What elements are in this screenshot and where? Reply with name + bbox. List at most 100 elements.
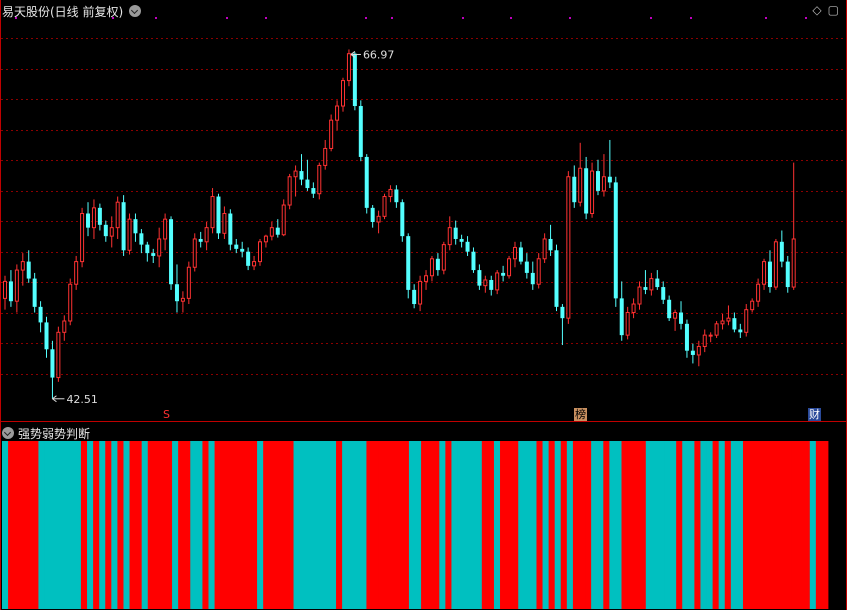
candle-body (346, 53, 351, 82)
candle-body (406, 236, 411, 290)
candle-body (542, 238, 547, 260)
strength-stripe (724, 441, 732, 609)
candle-body (554, 250, 559, 307)
strength-stripe (773, 441, 780, 609)
s-marker[interactable]: S (162, 408, 171, 421)
strength-stripe (269, 441, 276, 609)
candle-body (720, 320, 725, 325)
candle-body (299, 171, 304, 180)
candle-body (418, 280, 423, 305)
strength-stripe (251, 441, 258, 609)
candle[interactable] (121, 195, 126, 256)
chevron-down-icon[interactable] (2, 427, 14, 439)
strength-stripe (821, 441, 829, 609)
strength-stripe (336, 441, 343, 609)
event-dot (265, 17, 267, 19)
strength-stripe (633, 441, 641, 609)
candle-body (785, 261, 790, 288)
strength-stripe (153, 441, 161, 609)
candle-body (400, 202, 405, 237)
candle[interactable] (56, 326, 61, 382)
strength-stripe (147, 441, 155, 609)
chevron-down-icon[interactable] (129, 5, 142, 17)
candle[interactable] (80, 207, 85, 268)
strength-stripe (518, 441, 525, 609)
strength-stripe (111, 441, 118, 609)
candle[interactable] (364, 154, 369, 214)
candle-body (388, 188, 393, 198)
strength-stripe (542, 441, 550, 609)
strength-stripe (785, 441, 792, 609)
candle-body (228, 213, 233, 245)
candle[interactable] (216, 193, 221, 239)
candle[interactable] (613, 176, 618, 307)
strength-stripe (791, 441, 799, 609)
candle[interactable] (317, 162, 322, 200)
candle-body (364, 156, 369, 208)
candle[interactable] (192, 233, 197, 272)
strength-stripe (742, 441, 750, 609)
candle[interactable] (590, 162, 595, 218)
candle-body (524, 261, 529, 273)
candle-body (453, 227, 458, 239)
diamond-icon[interactable]: ◇ (812, 3, 821, 17)
candle[interactable] (507, 255, 512, 279)
candle[interactable] (382, 193, 387, 220)
main-title[interactable]: 易天股份(日线 前复权) (2, 3, 142, 20)
candle-body (335, 105, 340, 121)
strength-stripe (129, 441, 137, 609)
candle[interactable] (127, 213, 132, 255)
candle-body (767, 261, 772, 288)
strength-stripe (481, 441, 489, 609)
strength-stripe (190, 441, 197, 609)
strength-stripe (287, 441, 294, 609)
cai-marker[interactable]: 财 (808, 408, 821, 421)
candle[interactable] (352, 52, 357, 111)
candle[interactable] (773, 238, 778, 290)
strength-stripe (421, 441, 428, 609)
candle[interactable] (714, 321, 719, 338)
strength-stripe (645, 441, 653, 609)
candle[interactable] (32, 272, 37, 313)
strength-stripe (585, 441, 592, 609)
candle-body (145, 244, 150, 254)
strength-stripe (366, 441, 373, 609)
candle-body (109, 227, 114, 237)
strength-stripe (123, 441, 130, 609)
candle[interactable] (441, 241, 446, 275)
strength-stripe (779, 441, 786, 609)
strength-stripe (718, 441, 726, 609)
candle[interactable] (406, 233, 411, 299)
sub-title[interactable]: 强势弱势判断 (2, 425, 90, 442)
candle[interactable] (257, 238, 262, 266)
candle[interactable] (287, 173, 292, 210)
strength-stripe (524, 441, 531, 609)
candle-body (222, 213, 227, 234)
candle-body (607, 176, 612, 183)
candle-body (483, 279, 488, 287)
strength-stripe (238, 441, 246, 609)
candle[interactable] (554, 244, 559, 312)
candle[interactable] (329, 114, 334, 152)
candle[interactable] (346, 49, 351, 87)
candle[interactable] (169, 216, 174, 290)
strength-stripe (50, 441, 58, 609)
maximize-icon[interactable]: ▢ (828, 3, 839, 17)
bang-marker[interactable]: 榜 (574, 408, 587, 421)
strength-stripe (512, 441, 519, 609)
candle-body (560, 306, 565, 319)
high-price-label: 66.97 (363, 48, 395, 61)
candle[interactable] (186, 261, 191, 305)
candle[interactable] (400, 199, 405, 242)
candle[interactable] (281, 199, 286, 237)
strength-stripe (135, 441, 143, 609)
candle[interactable] (228, 209, 233, 251)
candle[interactable] (68, 278, 73, 326)
strength-stripe (597, 441, 604, 609)
strength-stripe (93, 441, 100, 609)
candle[interactable] (358, 100, 363, 162)
candle[interactable] (536, 253, 541, 289)
candle-body (91, 207, 96, 229)
candle-body (275, 227, 280, 235)
candle[interactable] (566, 171, 571, 324)
